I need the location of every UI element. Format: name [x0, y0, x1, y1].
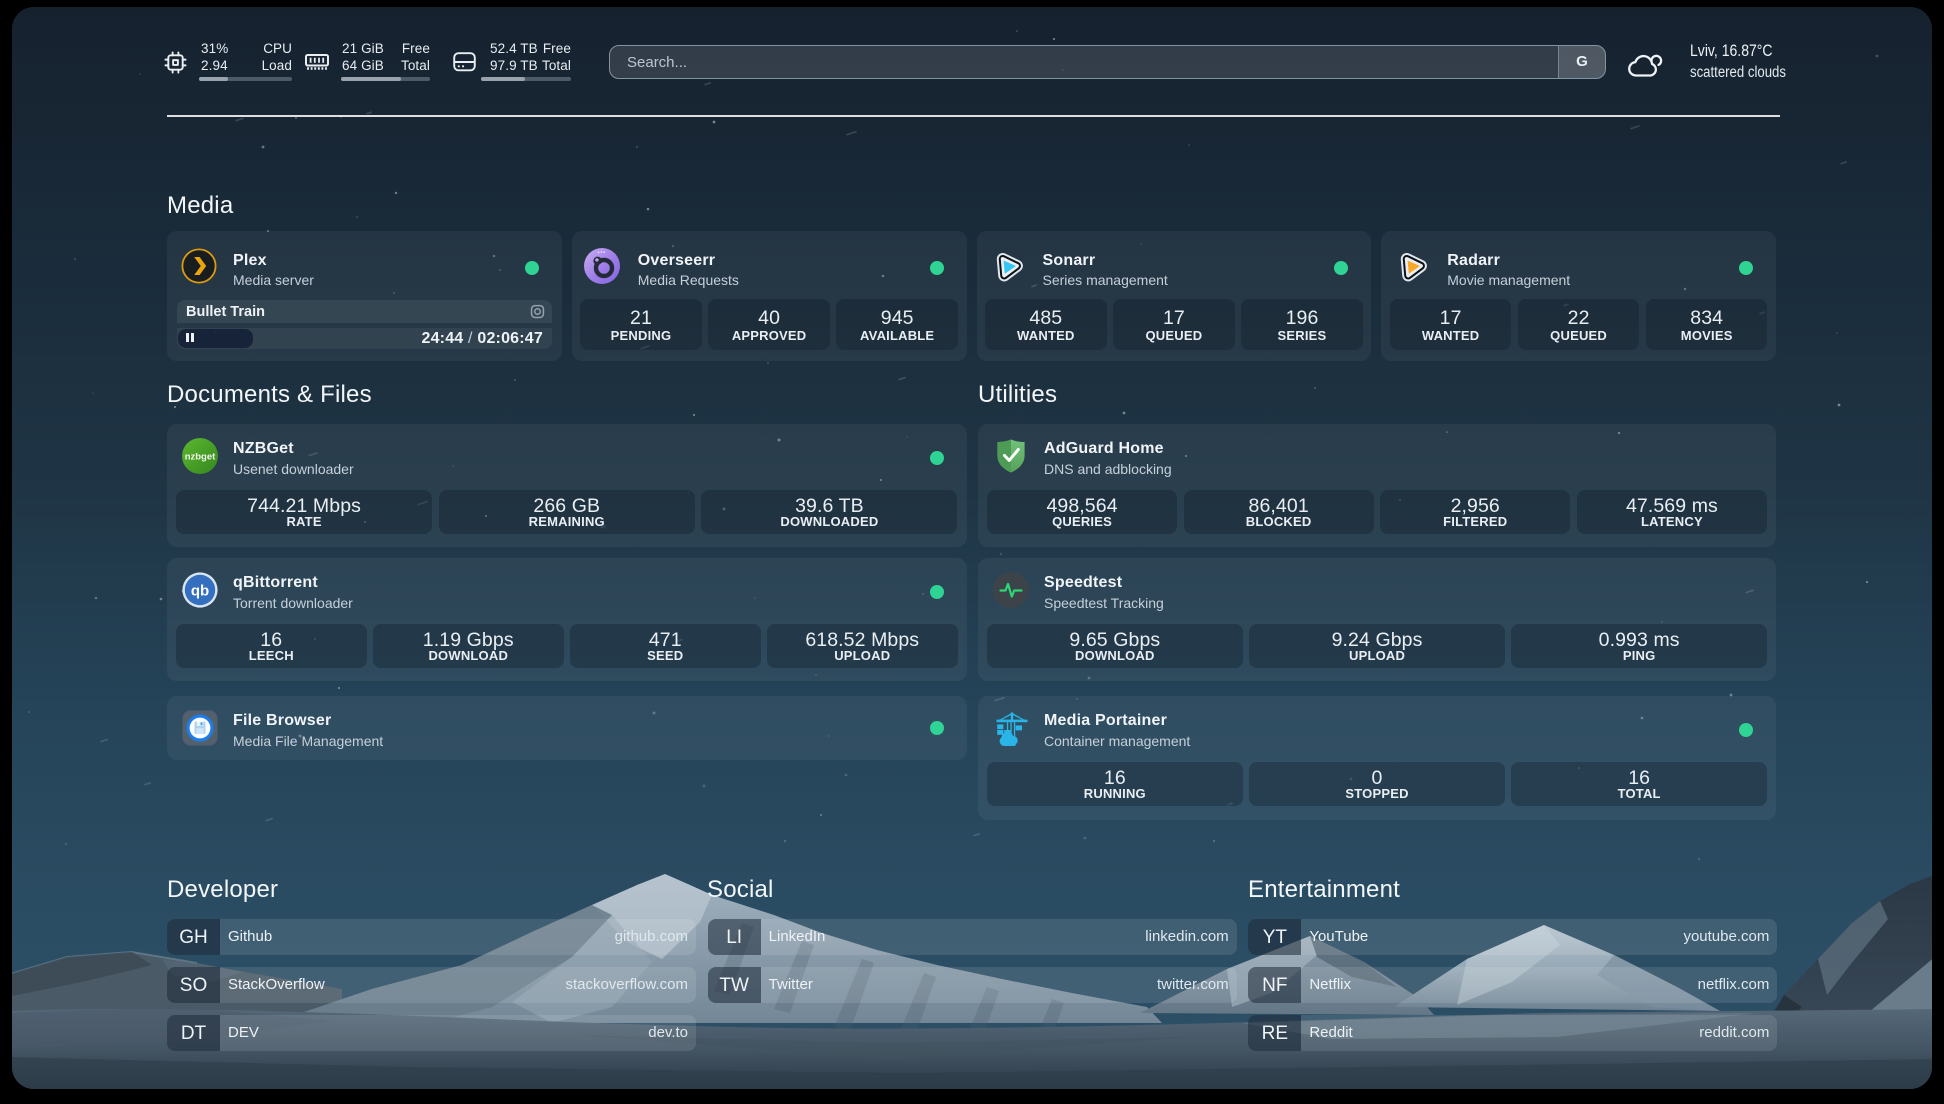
svg-text:nzbget: nzbget — [185, 452, 216, 463]
svg-text:qb: qb — [191, 583, 209, 600]
